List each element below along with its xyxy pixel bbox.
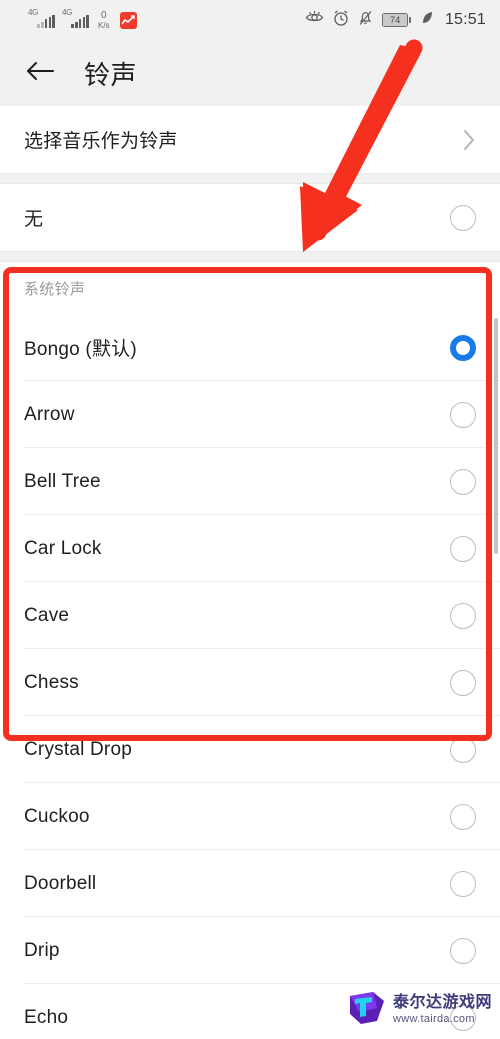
watermark-site-name: 泰尔达游戏网: [392, 993, 492, 1011]
ringtone-list: 选择音乐作为铃声 无 系统铃声 Bongo (默认) Arrow Bell Tr…: [0, 106, 500, 1039]
phone-screen: 4G 4G 0 K/s 74 15:51 铃声 选择音乐作为铃声 无 系统铃声 …: [0, 0, 500, 1039]
list-separator-1: [0, 173, 500, 184]
ringtone-label: Doorbell: [24, 872, 97, 894]
network-speed-unit: K/s: [98, 20, 110, 30]
eye-comfort-icon: [305, 10, 324, 30]
radio-button[interactable]: [450, 602, 476, 629]
list-separator-2: [0, 251, 500, 262]
back-arrow-icon: [26, 60, 56, 87]
status-bar-right: 74 15:51: [305, 9, 486, 31]
status-bar-left: 4G 4G 0 K/s: [14, 9, 137, 30]
scrollbar-thumb[interactable]: [494, 318, 498, 554]
battery-level-label: 74: [382, 14, 407, 26]
table-row[interactable]: Arrow: [0, 381, 500, 448]
back-button[interactable]: [24, 56, 58, 90]
radio-button[interactable]: [450, 468, 476, 495]
signal-4g-icon: 4G: [28, 9, 55, 30]
radio-button[interactable]: [450, 669, 476, 696]
table-row[interactable]: Bongo (默认): [0, 314, 500, 381]
ringtone-label: Crystal Drop: [24, 738, 132, 760]
bell-muted-icon: [358, 10, 373, 31]
table-row[interactable]: Chess: [0, 649, 500, 716]
radio-button[interactable]: [450, 401, 476, 428]
ringtone-label: Bongo (默认): [24, 339, 137, 360]
ringtone-label: Drip: [24, 939, 60, 961]
site-watermark: 泰尔达游戏网 www.tairda.com: [347, 988, 492, 1031]
battery-icon: 74: [381, 13, 411, 27]
ringtone-row-none[interactable]: 无: [0, 184, 500, 251]
ringtone-label-none: 无: [24, 209, 44, 230]
stock-app-icon: [119, 11, 137, 29]
ringtone-label: Cave: [24, 604, 70, 626]
status-bar-clock: 15:51: [444, 11, 486, 28]
app-bar: 铃声: [0, 40, 500, 106]
ringtone-label: Arrow: [24, 403, 75, 425]
choose-music-row[interactable]: 选择音乐作为铃声: [0, 106, 500, 173]
radio-button[interactable]: [450, 736, 476, 763]
watermark-site-url: www.tairda.com: [392, 1012, 475, 1025]
network-speed-value: 0: [101, 9, 107, 21]
network-speed-indicator: 0 K/s: [98, 9, 110, 30]
radio-button[interactable]: [450, 803, 476, 830]
page-title: 铃声: [84, 59, 138, 90]
table-row[interactable]: Drip: [0, 917, 500, 984]
ringtone-label: Car Lock: [24, 537, 102, 559]
choose-music-label: 选择音乐作为铃声: [24, 131, 178, 152]
radio-button-none[interactable]: [450, 204, 476, 231]
chevron-right-icon: [462, 128, 476, 152]
radio-button[interactable]: [450, 334, 476, 361]
status-bar: 4G 4G 0 K/s 74 15:51: [0, 0, 500, 40]
table-row[interactable]: Bell Tree: [0, 448, 500, 515]
table-row[interactable]: Doorbell: [0, 850, 500, 917]
table-row[interactable]: Car Lock: [0, 515, 500, 582]
signal-4g-icon-2: 4G: [62, 9, 89, 30]
table-row[interactable]: Cave: [0, 582, 500, 649]
section-header-label: 系统铃声: [24, 280, 86, 298]
alarm-clock-icon: [333, 9, 349, 31]
watermark-text: 泰尔达游戏网 www.tairda.com: [392, 993, 492, 1025]
section-header-system-ringtones: 系统铃声: [0, 262, 500, 314]
table-row[interactable]: Crystal Drop: [0, 716, 500, 783]
leaf-power-saving-icon: [420, 10, 434, 30]
tairda-logo-icon: [347, 988, 387, 1031]
ringtone-label: Chess: [24, 671, 79, 693]
radio-button[interactable]: [450, 870, 476, 897]
radio-button[interactable]: [450, 535, 476, 562]
radio-button[interactable]: [450, 937, 476, 964]
ringtone-label: Bell Tree: [24, 470, 101, 492]
table-row[interactable]: Cuckoo: [0, 783, 500, 850]
ringtone-label: Cuckoo: [24, 805, 90, 827]
